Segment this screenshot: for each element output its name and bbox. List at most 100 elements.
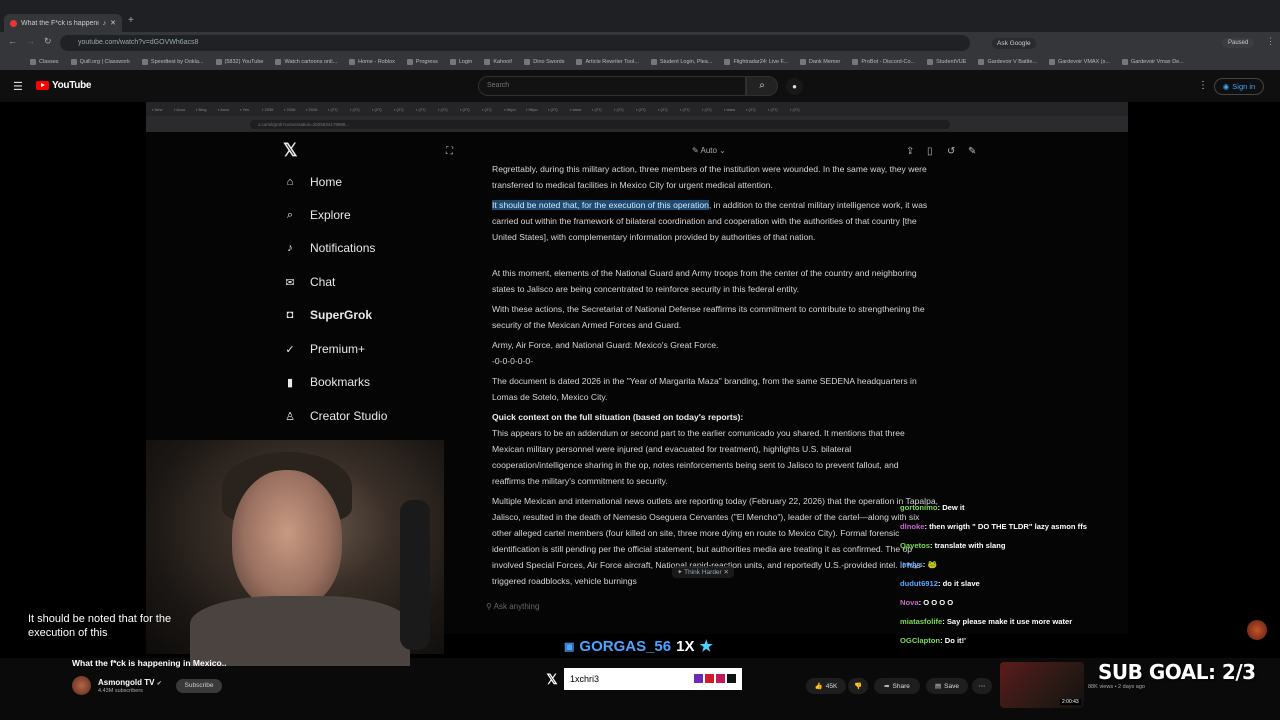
inner-browser-tabs: ▪ New ▪ Acco ▪ Bing ▪ Acco ▪ Yes ▪ 2036 ▪ 2036… — [146, 102, 1128, 116]
emote-icon: 🐸 — [927, 560, 937, 569]
more-actions-button[interactable]: ⋯ — [972, 678, 992, 694]
url-input[interactable]: youtube.com/watch?v=dGOVWh6acs8 — [60, 35, 970, 51]
close-tab-icon[interactable]: ✕ — [110, 19, 116, 27]
grok-icon: ◘ — [286, 309, 294, 321]
chat-message: dudut6912: do it slave — [900, 579, 980, 588]
history-icon[interactable]: ↺ — [947, 146, 955, 157]
bookmark[interactable]: Speedtest by Ookla... — [141, 59, 204, 65]
channel-name[interactable]: Asmongold TV ✔ — [98, 678, 162, 687]
bookmark-icon — [799, 59, 806, 65]
x-logo-icon[interactable]: 𝕏 — [283, 140, 298, 161]
bookmark[interactable]: StudentVUE — [927, 59, 966, 65]
dislike-button[interactable]: 👎 — [848, 678, 868, 694]
forward-icon[interactable]: → — [26, 36, 35, 46]
hamburger-menu-icon[interactable]: ☰ — [13, 80, 23, 93]
bookmark-icon — [215, 59, 222, 65]
bookmark[interactable]: (5832) YouTube — [215, 59, 263, 65]
chat-message: OGClapton: Do it!' — [900, 636, 966, 645]
mic-icon: ● — [792, 82, 797, 91]
expand-icon[interactable]: ⛶ — [446, 146, 453, 157]
youtube-logo[interactable]: YouTube — [36, 80, 92, 91]
nav-notifications[interactable]: ♪ Notifications — [283, 241, 375, 255]
bookmark[interactable]: Login — [449, 59, 472, 65]
ask-google-button[interactable]: Ask Google — [992, 38, 1036, 49]
nav-creator-studio[interactable]: ♙ Creator Studio — [283, 409, 387, 423]
new-tab-icon[interactable]: + — [128, 15, 134, 26]
mail-icon: ✉ — [285, 276, 295, 289]
bookmark-icon — [70, 59, 77, 65]
bookmark[interactable]: Gardevoir VMAX (s... — [1048, 59, 1110, 65]
bookmarks-bar: Classes Quill.org | Classwork Speedtest … — [0, 54, 1280, 70]
search-button[interactable]: ⌕ — [746, 76, 778, 96]
bookmark[interactable]: Kahoot! — [484, 59, 512, 65]
attach-icon: ⚲ — [486, 602, 494, 611]
bookmark-icon — [524, 59, 531, 65]
sub-goal-overlay: SUB GOAL: 2/3 — [1098, 660, 1256, 684]
bookmark-icon — [349, 59, 356, 65]
browser-menu-icon[interactable]: ⋮ — [1266, 36, 1275, 47]
settings-menu-icon[interactable]: ⋮ — [1198, 80, 1208, 91]
sign-in-button[interactable]: ◉ Sign in — [1214, 78, 1264, 95]
audio-icon: ♪ — [102, 19, 107, 27]
gift-overlay: ▣ GORGAS_56 1X ★ — [564, 637, 713, 656]
inner-url: x.com/i/grok?conversation=2025634179668.… — [250, 120, 950, 129]
grok-heading: Quick context on the full situation (bas… — [492, 412, 744, 422]
bookmark[interactable]: Flightradar24: Live F... — [724, 59, 788, 65]
bookmark-icon — [449, 59, 456, 65]
bookmark-icon — [275, 59, 282, 65]
ask-input[interactable]: ⚲ Ask anything — [486, 602, 539, 611]
subscribe-button[interactable]: Subscribe — [176, 679, 222, 693]
bookmark-icon — [1121, 59, 1128, 65]
star-icon: ★ — [699, 638, 713, 655]
channel-avatar[interactable] — [72, 676, 91, 695]
think-harder-button[interactable]: ✦ Think Harder ✕ — [672, 566, 734, 578]
bookmark[interactable]: Student Login, Plea... — [650, 59, 712, 65]
voice-search-button[interactable]: ● — [786, 78, 803, 95]
bookmark-icon[interactable]: ▯ — [927, 146, 933, 157]
bookmark[interactable]: Dino Swords — [524, 59, 564, 65]
save-button[interactable]: ▤ Save — [926, 678, 968, 694]
microphone-icon — [400, 500, 430, 650]
channel-subs: 4.43M subscribers — [98, 688, 143, 694]
search-icon: ⌕ — [759, 80, 765, 91]
share-icon: ➦ — [884, 683, 890, 690]
nav-supergrok[interactable]: ◘ SuperGrok — [283, 308, 372, 322]
bookmark[interactable]: Gardevoir Vmax De... — [1121, 59, 1184, 65]
reload-icon[interactable]: ↻ — [44, 36, 52, 47]
nav-bookmarks[interactable]: ▮ Bookmarks — [283, 375, 370, 389]
premium-icon: ✓ — [285, 343, 295, 356]
bookmark[interactable]: Gardevoir V Battle... — [978, 59, 1037, 65]
share-icon[interactable]: ⇪ — [906, 146, 914, 157]
bookmark[interactable]: Dank Memer — [799, 59, 840, 65]
nav-premium[interactable]: ✓ Premium+ — [283, 342, 365, 356]
bookmark[interactable]: Home - Roblox — [349, 59, 395, 65]
chat-bubble-icon: ▣ — [564, 640, 575, 653]
mode-selector[interactable]: ✎ Auto ⌄ — [692, 146, 726, 155]
back-icon[interactable]: ← — [8, 36, 17, 46]
bookmark[interactable]: Classes — [30, 59, 59, 65]
edit-icon[interactable]: ✎ — [968, 146, 976, 157]
bookmark[interactable]: Watch cartoons onli... — [275, 59, 337, 65]
share-button[interactable]: ➦ Share — [874, 678, 920, 694]
next-video-meta: 88K views • 2 days ago — [1088, 684, 1145, 690]
nav-chat[interactable]: ✉ Chat — [283, 275, 335, 289]
video-title: What the f*ck is happening in Mexico.. — [72, 658, 227, 668]
browser-tab-bar — [0, 0, 1280, 32]
grok-paragraph: With these actions, the Secretariat of N… — [492, 304, 925, 330]
bookmark[interactable]: ProBot - Discord-Co... — [852, 59, 915, 65]
chat-message: lawlys: 🐸 — [900, 560, 937, 569]
bookmark-icon — [724, 59, 731, 65]
bookmark-icon — [852, 59, 859, 65]
nav-explore[interactable]: ⌕ Explore — [283, 208, 351, 222]
like-button[interactable]: 👍 45K — [806, 678, 846, 694]
browser-tab[interactable]: What the F*ck is happening... ♪ ✕ — [4, 14, 122, 32]
bookmark[interactable]: Article Rewriter Tool... — [576, 59, 639, 65]
bookmark[interactable]: Quill.org | Classwork — [70, 59, 130, 65]
search-input[interactable]: Search — [478, 76, 746, 96]
bookmark-icon: ▮ — [286, 376, 294, 389]
bookmark[interactable]: Progress — [406, 59, 438, 65]
paused-button[interactable]: Paused — [1222, 38, 1255, 48]
webcam-shirt — [190, 596, 410, 666]
grok-paragraph: At this moment, elements of the National… — [492, 268, 917, 294]
nav-home[interactable]: ⌂ Home — [283, 175, 342, 189]
